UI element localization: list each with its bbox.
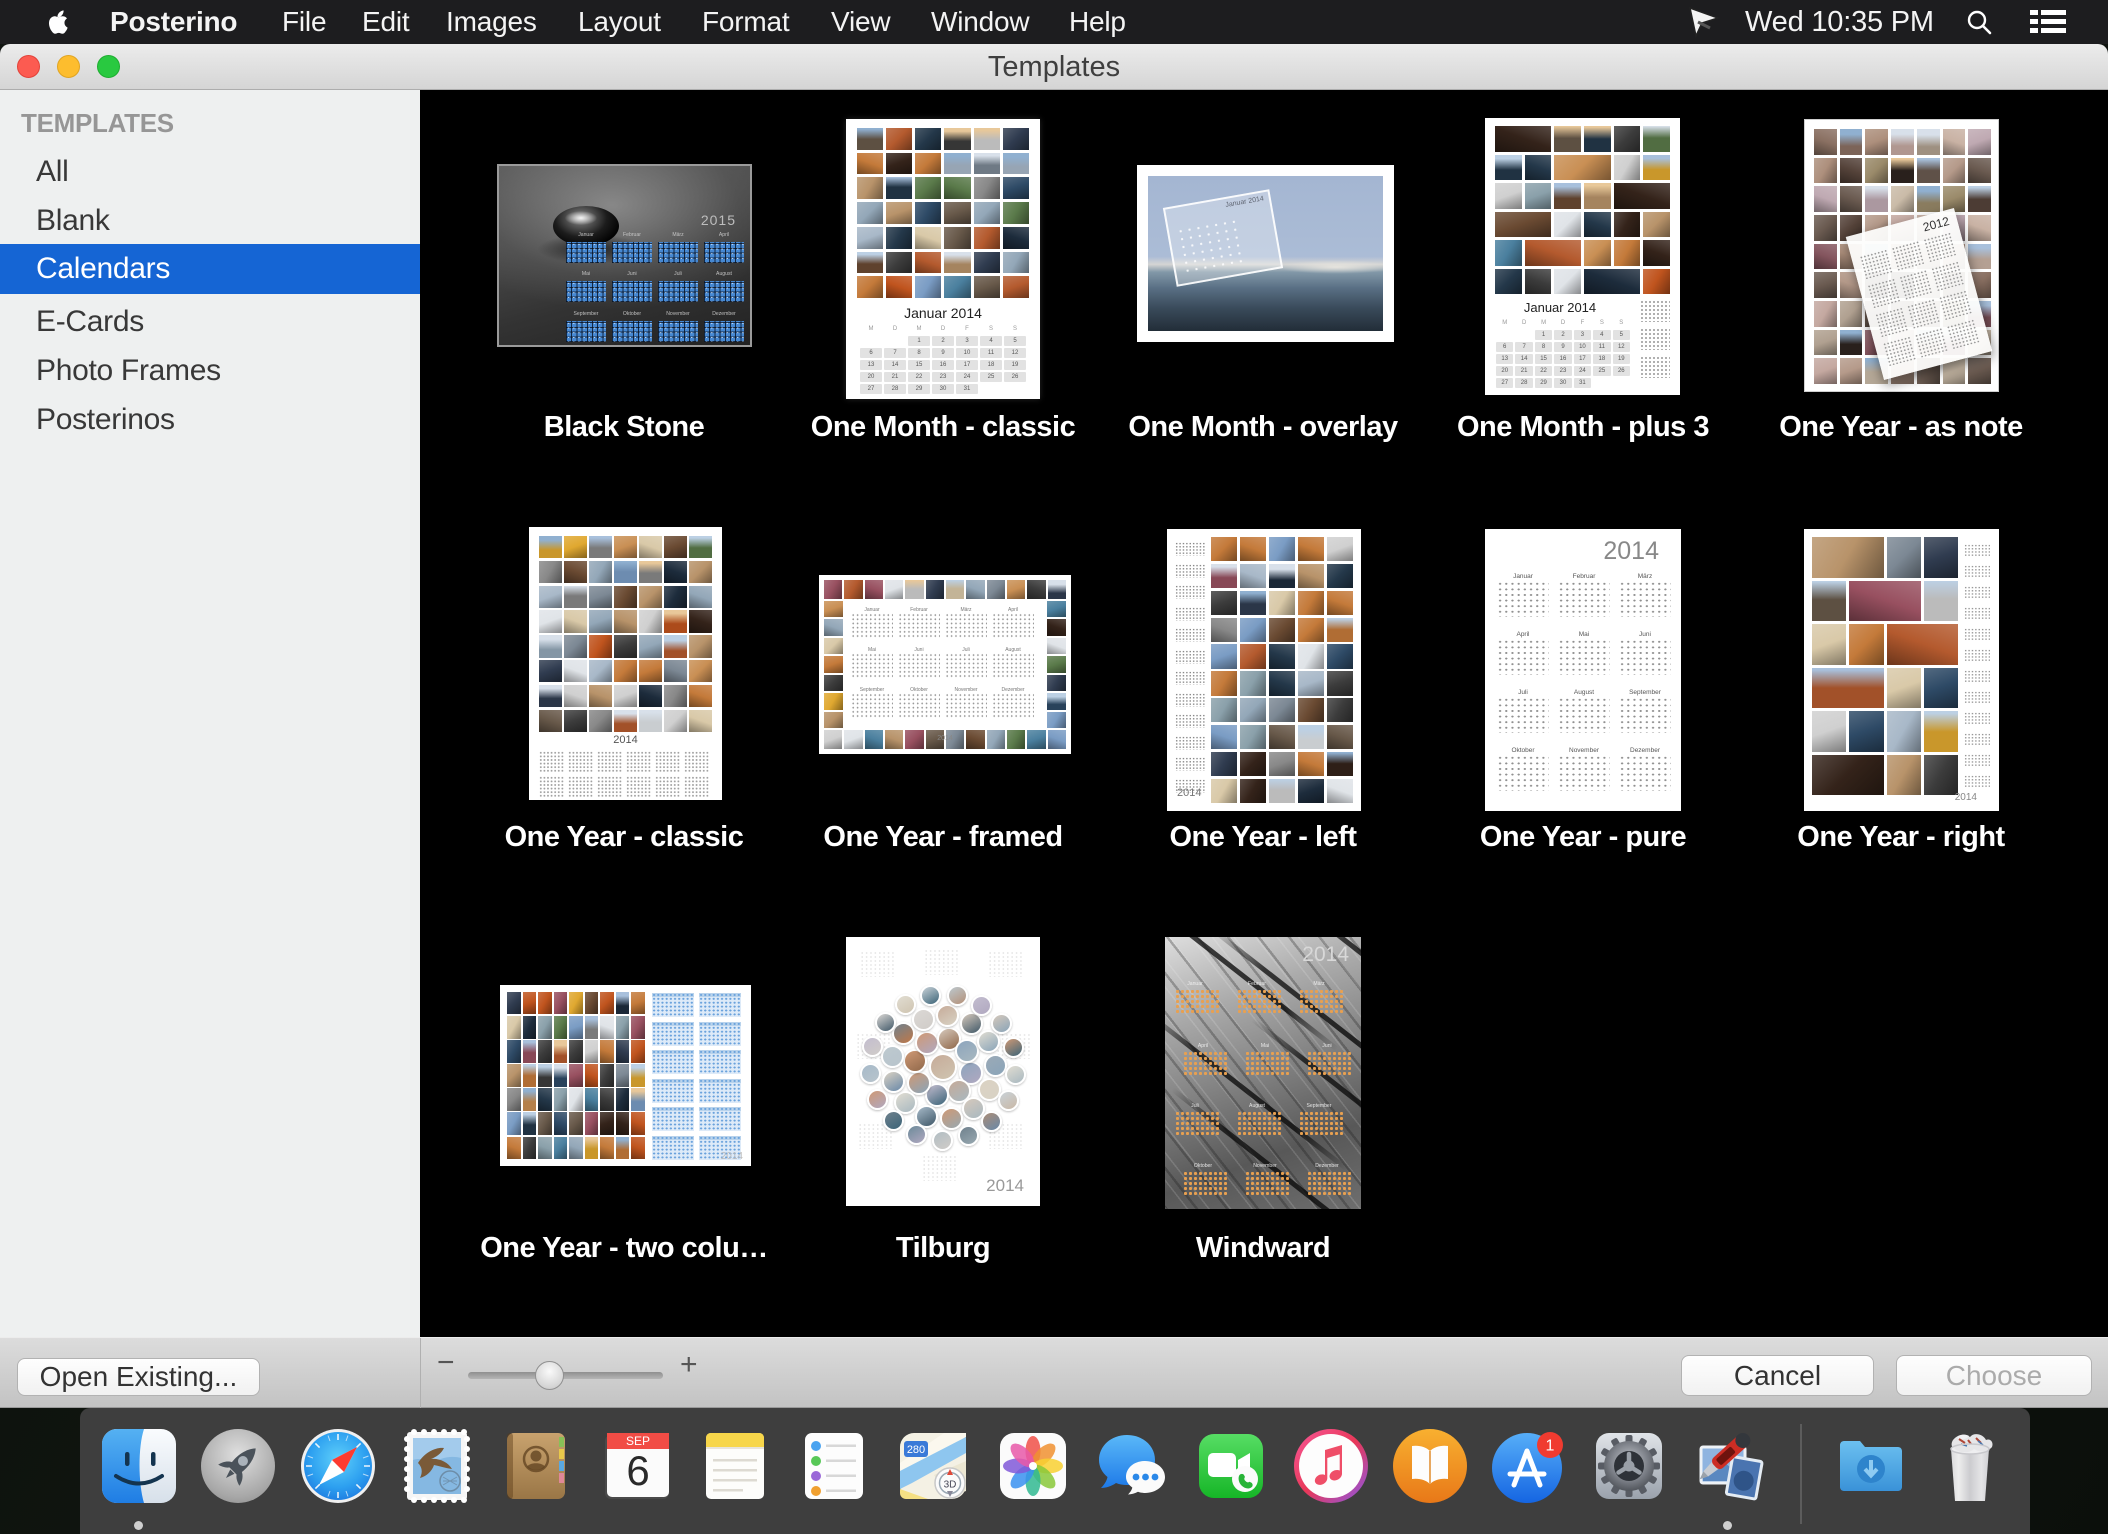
svg-text:SEP: SEP — [625, 1434, 649, 1448]
svg-text:6: 6 — [626, 1447, 649, 1494]
svg-text:3D: 3D — [944, 1480, 957, 1491]
svg-text:1: 1 — [1546, 1438, 1555, 1455]
svg-text:280: 280 — [907, 1444, 925, 1456]
